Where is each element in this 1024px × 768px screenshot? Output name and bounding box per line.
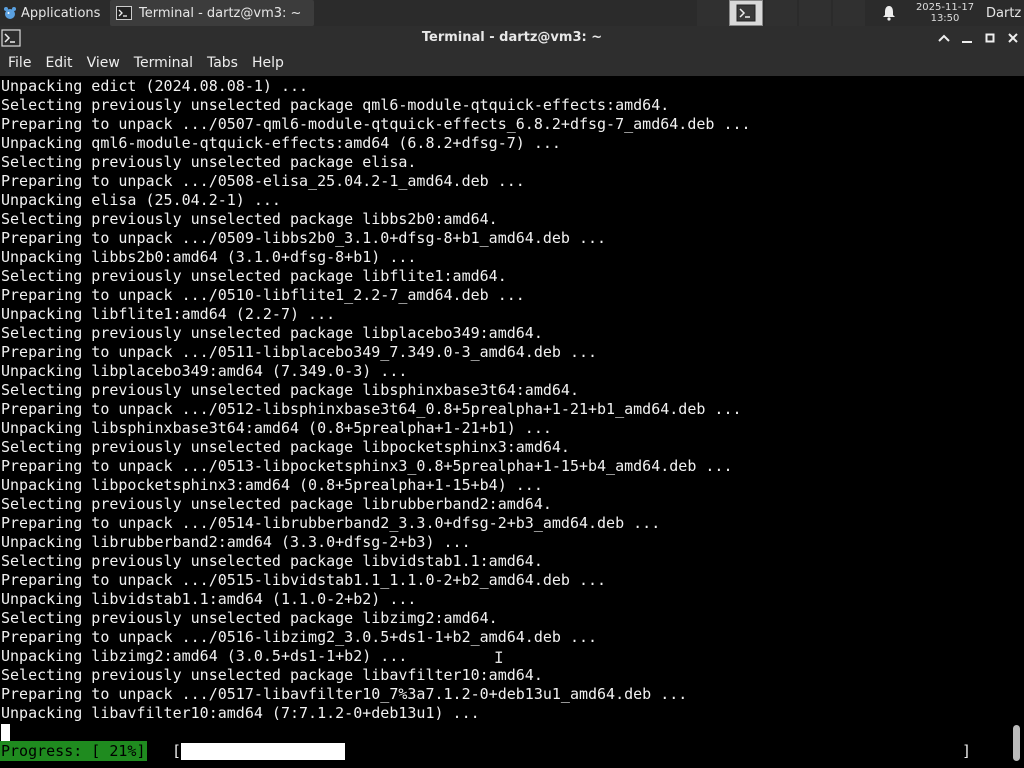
text-cursor [1, 724, 10, 741]
terminal-output[interactable]: Unpacking edict (2024.08.08-1) ... Selec… [0, 76, 1008, 768]
xfce-mouse-icon [4, 7, 16, 19]
progress-track [181, 743, 962, 760]
top-panel: Applications Terminal - dartz@vm3: ~ 202… [0, 0, 1024, 26]
workspace-switcher-active[interactable] [729, 0, 763, 26]
terminal-line: Unpacking libplacebo349:amd64 (7.349.0-3… [1, 362, 408, 380]
notifications-button[interactable] [878, 0, 900, 26]
maximize-button[interactable] [980, 28, 1000, 48]
terminal-line: Unpacking libpocketsphinx3:amd64 (0.8+5p… [1, 476, 543, 494]
terminal-line: Unpacking elisa (25.04.2-1) ... [1, 191, 281, 209]
window-titlebar[interactable]: Terminal - dartz@vm3: ~ [0, 26, 1024, 50]
progress-bracket-close: ] [962, 742, 972, 760]
terminal-line: Unpacking libavfilter10:amd64 (7:7.1.2-0… [1, 704, 480, 722]
progress-row: Progress: [ 21%] [ ] [0, 741, 1008, 761]
close-icon [1008, 33, 1018, 43]
terminal-line: Unpacking qml6-module-qtquick-effects:am… [1, 134, 561, 152]
progress-bracket-open: [ [172, 742, 182, 760]
clock[interactable]: 2025-11-17 13:50 [906, 0, 984, 26]
terminal-line: Preparing to unpack .../0515-libvidstab1… [1, 571, 607, 589]
clock-date: 2025-11-17 [915, 2, 975, 13]
progress-bar [181, 743, 345, 760]
terminal-line: Unpacking libvidstab1.1:amd64 (1.1.0-2+b… [1, 590, 417, 608]
terminal-line: Selecting previously unselected package … [1, 153, 417, 171]
terminal-line: Selecting previously unselected package … [1, 552, 543, 570]
menu-view[interactable]: View [80, 50, 127, 76]
workspace-slot[interactable] [697, 0, 729, 26]
menu-help[interactable]: Help [245, 50, 291, 76]
terminal-line: Unpacking libflite1:amd64 (2.2-7) ... [1, 305, 336, 323]
terminal-line: Preparing to unpack .../0508-elisa_25.04… [1, 172, 525, 190]
terminal-line: Preparing to unpack .../0514-librubberba… [1, 514, 661, 532]
terminal-line: Preparing to unpack .../0510-libflite1_2… [1, 286, 525, 304]
chevron-up-icon [938, 34, 950, 42]
terminal-line: Preparing to unpack .../0512-libsphinxba… [1, 400, 742, 418]
mouse-ibeam-cursor: I [494, 648, 504, 667]
terminal-line: Unpacking libzimg2:amd64 (3.0.5+ds1-1+b2… [1, 647, 408, 665]
terminal-line: Preparing to unpack .../0507-qml6-module… [1, 115, 751, 133]
scrollbar-thumb[interactable] [1013, 725, 1020, 761]
progress-label: Progress: [ 21%] [0, 741, 147, 761]
terminal-icon [116, 6, 132, 20]
close-button[interactable] [1003, 28, 1023, 48]
menu-edit[interactable]: Edit [38, 50, 79, 76]
terminal-line: Unpacking libsphinxbase3t64:amd64 (0.8+5… [1, 419, 552, 437]
user-menu[interactable]: Dartz [986, 0, 1024, 26]
terminal-line: Preparing to unpack .../0509-libbs2b0_3.… [1, 229, 607, 247]
clock-time: 13:50 [930, 13, 960, 24]
menu-bar: File Edit View Terminal Tabs Help [0, 50, 1024, 76]
workspace-slot[interactable] [765, 0, 797, 26]
terminal-line: Unpacking librubberband2:amd64 (3.3.0+df… [1, 533, 471, 551]
terminal-line: Selecting previously unselected package … [1, 96, 670, 114]
terminal-line: Preparing to unpack .../0516-libzimg2_3.… [1, 628, 598, 646]
terminal-icon [736, 4, 756, 22]
user-name: Dartz [986, 5, 1022, 21]
minimize-button[interactable] [957, 28, 977, 48]
bell-icon [883, 6, 895, 21]
menu-terminal[interactable]: Terminal [127, 50, 200, 76]
terminal-line: Preparing to unpack .../0511-libplacebo3… [1, 343, 598, 361]
workspace-slot[interactable] [799, 0, 831, 26]
menu-tabs[interactable]: Tabs [200, 50, 245, 76]
taskbar-window-label: Terminal - dartz@vm3: ~ [139, 5, 302, 21]
terminal-line: Unpacking libbs2b0:amd64 (3.1.0+dfsg-8+b… [1, 248, 417, 266]
terminal-scrollbar[interactable] [1008, 76, 1024, 768]
terminal-line: Selecting previously unselected package … [1, 210, 498, 228]
minimize-icon [962, 41, 972, 43]
terminal-line: Preparing to unpack .../0513-libpocketsp… [1, 457, 733, 475]
shade-button[interactable] [934, 28, 954, 48]
terminal-line: Preparing to unpack .../0517-libavfilter… [1, 685, 688, 703]
terminal-line: Selecting previously unselected package … [1, 666, 543, 684]
maximize-icon [985, 33, 995, 43]
terminal-line: Selecting previously unselected package … [1, 381, 579, 399]
applications-menu-button[interactable]: Applications [0, 0, 110, 26]
terminal-line: Selecting previously unselected package … [1, 495, 552, 513]
menu-file[interactable]: File [0, 50, 38, 76]
terminal-line: Selecting previously unselected package … [1, 324, 543, 342]
terminal-line: Selecting previously unselected package … [1, 438, 570, 456]
applications-label: Applications [21, 5, 101, 21]
taskbar-window-button[interactable]: Terminal - dartz@vm3: ~ [110, 0, 314, 26]
terminal-line: Unpacking edict (2024.08.08-1) ... [1, 77, 309, 95]
terminal-line: Selecting previously unselected package … [1, 609, 498, 627]
terminal-lines: Unpacking edict (2024.08.08-1) ... Selec… [1, 77, 751, 723]
workspace-slot[interactable] [833, 0, 865, 26]
terminal-line: Selecting previously unselected package … [1, 267, 507, 285]
window-title: Terminal - dartz@vm3: ~ [421, 30, 603, 45]
